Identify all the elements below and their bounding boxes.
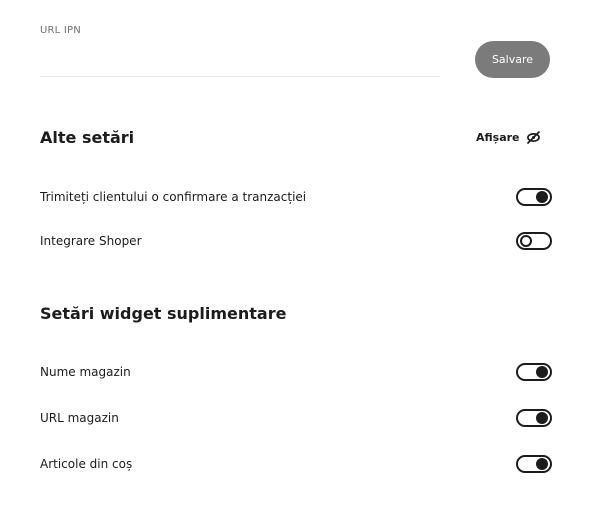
toggle-knob — [536, 366, 548, 378]
setting-label: Trimiteți clientului o confirmare a tran… — [40, 190, 307, 204]
widget-settings-title: Setări widget suplimentare — [40, 304, 287, 323]
toggle-switch[interactable] — [516, 232, 552, 250]
setting-label: Integrare Shoper — [40, 234, 142, 248]
display-label: Afișare — [476, 131, 520, 144]
setting-row-shop-name: Nume magazin — [40, 362, 552, 384]
setting-row-shoper-integration: Integrare Shoper — [40, 231, 552, 253]
eye-off-icon — [526, 131, 540, 144]
toggle-knob — [536, 412, 548, 424]
toggle-knob — [536, 458, 548, 470]
url-ipn-input[interactable] — [40, 40, 440, 77]
toggle-switch[interactable] — [516, 363, 552, 381]
setting-label: Nume magazin — [40, 365, 131, 379]
toggle-knob — [536, 191, 548, 203]
toggle-switch[interactable] — [516, 455, 552, 473]
toggle-switch[interactable] — [516, 188, 552, 206]
display-toggle[interactable]: Afișare — [476, 131, 541, 144]
setting-row-shop-url: URL magazin — [40, 408, 552, 430]
toggle-knob — [520, 235, 532, 247]
toggle-switch[interactable] — [516, 409, 552, 427]
setting-label: Articole din coș — [40, 457, 133, 471]
setting-label: URL magazin — [40, 411, 119, 425]
url-ipn-label: URL IPN — [40, 25, 81, 36]
setting-row-cart-items: Articole din coș — [40, 454, 552, 476]
other-settings-title: Alte setări — [40, 128, 135, 147]
setting-row-transaction-confirmation: Trimiteți clientului o confirmare a tran… — [40, 187, 552, 209]
save-button[interactable]: Salvare — [475, 41, 550, 78]
